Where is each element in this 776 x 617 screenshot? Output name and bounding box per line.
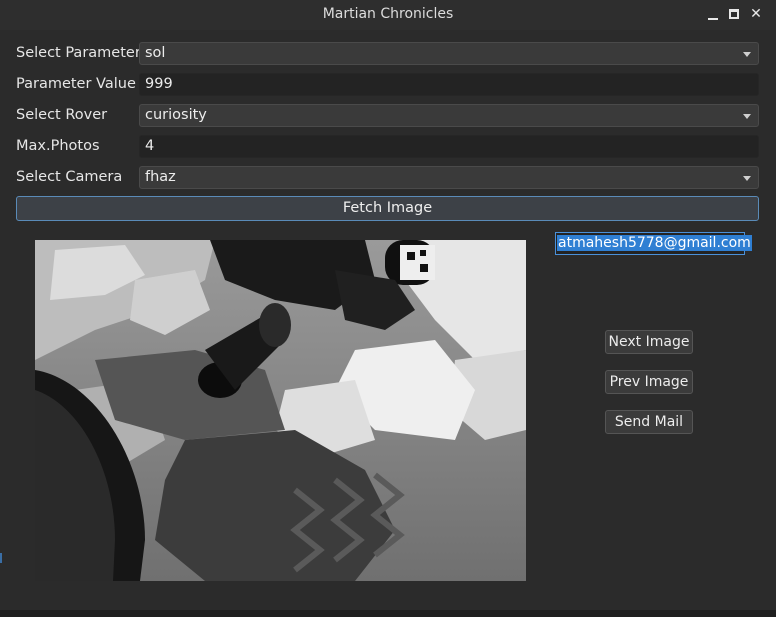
maximize-icon[interactable] bbox=[727, 6, 741, 22]
next-image-button[interactable]: Next Image bbox=[605, 330, 693, 354]
parameter-value-label: Parameter Value bbox=[16, 76, 136, 92]
parameter-select[interactable]: sol bbox=[139, 42, 759, 65]
rover-label: Select Rover bbox=[16, 107, 108, 123]
email-value: atmahesh5778@gmail.com bbox=[557, 235, 752, 251]
max-photos-text: 4 bbox=[145, 138, 155, 154]
parameter-select-value: sol bbox=[145, 45, 166, 61]
max-photos-label: Max.Photos bbox=[16, 138, 100, 154]
max-photos-input[interactable]: 4 bbox=[139, 135, 759, 158]
parameter-value-input[interactable]: 999 bbox=[139, 73, 759, 96]
rover-select[interactable]: curiosity bbox=[139, 104, 759, 127]
email-input[interactable]: atmahesh5778@gmail.com bbox=[555, 232, 752, 255]
window-bottom-border bbox=[0, 610, 776, 617]
chevron-down-icon bbox=[743, 114, 751, 119]
minimize-icon[interactable] bbox=[706, 6, 720, 22]
camera-label: Select Camera bbox=[16, 169, 123, 185]
close-icon[interactable]: ✕ bbox=[749, 6, 763, 22]
send-mail-button[interactable]: Send Mail bbox=[605, 410, 693, 434]
app-window: Martian Chronicles ✕ Select Parameter so… bbox=[0, 0, 776, 617]
chevron-down-icon bbox=[743, 52, 751, 57]
parameter-label: Select Parameter bbox=[16, 45, 141, 61]
rover-select-value: curiosity bbox=[145, 107, 207, 123]
chevron-down-icon bbox=[743, 176, 751, 181]
prev-image-button[interactable]: Prev Image bbox=[605, 370, 693, 394]
resize-handle[interactable] bbox=[0, 553, 2, 563]
parameter-value-text: 999 bbox=[145, 76, 173, 92]
camera-select[interactable]: fhaz bbox=[139, 166, 759, 189]
title-bar[interactable]: Martian Chronicles ✕ bbox=[0, 0, 776, 30]
rover-photo bbox=[35, 240, 526, 581]
fetch-image-button[interactable]: Fetch Image bbox=[16, 196, 759, 221]
window-title: Martian Chronicles bbox=[322, 6, 454, 22]
camera-select-value: fhaz bbox=[145, 169, 176, 185]
